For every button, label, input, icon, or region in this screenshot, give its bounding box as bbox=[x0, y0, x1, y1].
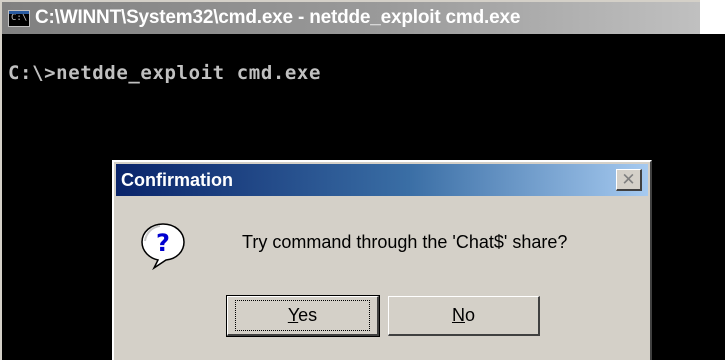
console-frame-edge bbox=[0, 34, 2, 360]
dialog-title: Confirmation bbox=[121, 169, 233, 190]
svg-text:?: ? bbox=[156, 229, 170, 257]
cmd-window-icon[interactable]: C:\ bbox=[8, 9, 30, 27]
dialog-message: Try command through the 'Chat$' share? bbox=[242, 232, 568, 252]
close-button[interactable]: ✕ bbox=[616, 169, 642, 191]
console-titlebar[interactable]: C:\ C:\WINNT\System32\cmd.exe - netdde_e… bbox=[0, 0, 700, 34]
yes-label-rest: es bbox=[298, 305, 318, 325]
cmd-icon-label: C:\ bbox=[11, 12, 28, 23]
yes-button-label: Yes bbox=[234, 300, 371, 331]
yes-mnemonic: Y bbox=[287, 305, 299, 325]
dialog-titlebar[interactable]: Confirmation ✕ bbox=[116, 164, 648, 196]
confirmation-dialog: Confirmation ✕ ? Try command through the… bbox=[112, 160, 652, 360]
titlebar-clipped-area bbox=[700, 0, 725, 34]
no-label-rest: o bbox=[464, 305, 475, 325]
no-button-label: No bbox=[452, 305, 475, 326]
question-icon: ? bbox=[141, 223, 185, 270]
console-title: C:\WINNT\System32\cmd.exe - netdde_explo… bbox=[35, 7, 521, 28]
no-button[interactable]: No bbox=[388, 296, 540, 336]
yes-button[interactable]: Yes bbox=[226, 295, 380, 337]
console-prompt-line: C:\>netdde_exploit cmd.exe bbox=[8, 62, 322, 84]
close-icon: ✕ bbox=[621, 170, 636, 189]
no-mnemonic: N bbox=[451, 305, 465, 325]
